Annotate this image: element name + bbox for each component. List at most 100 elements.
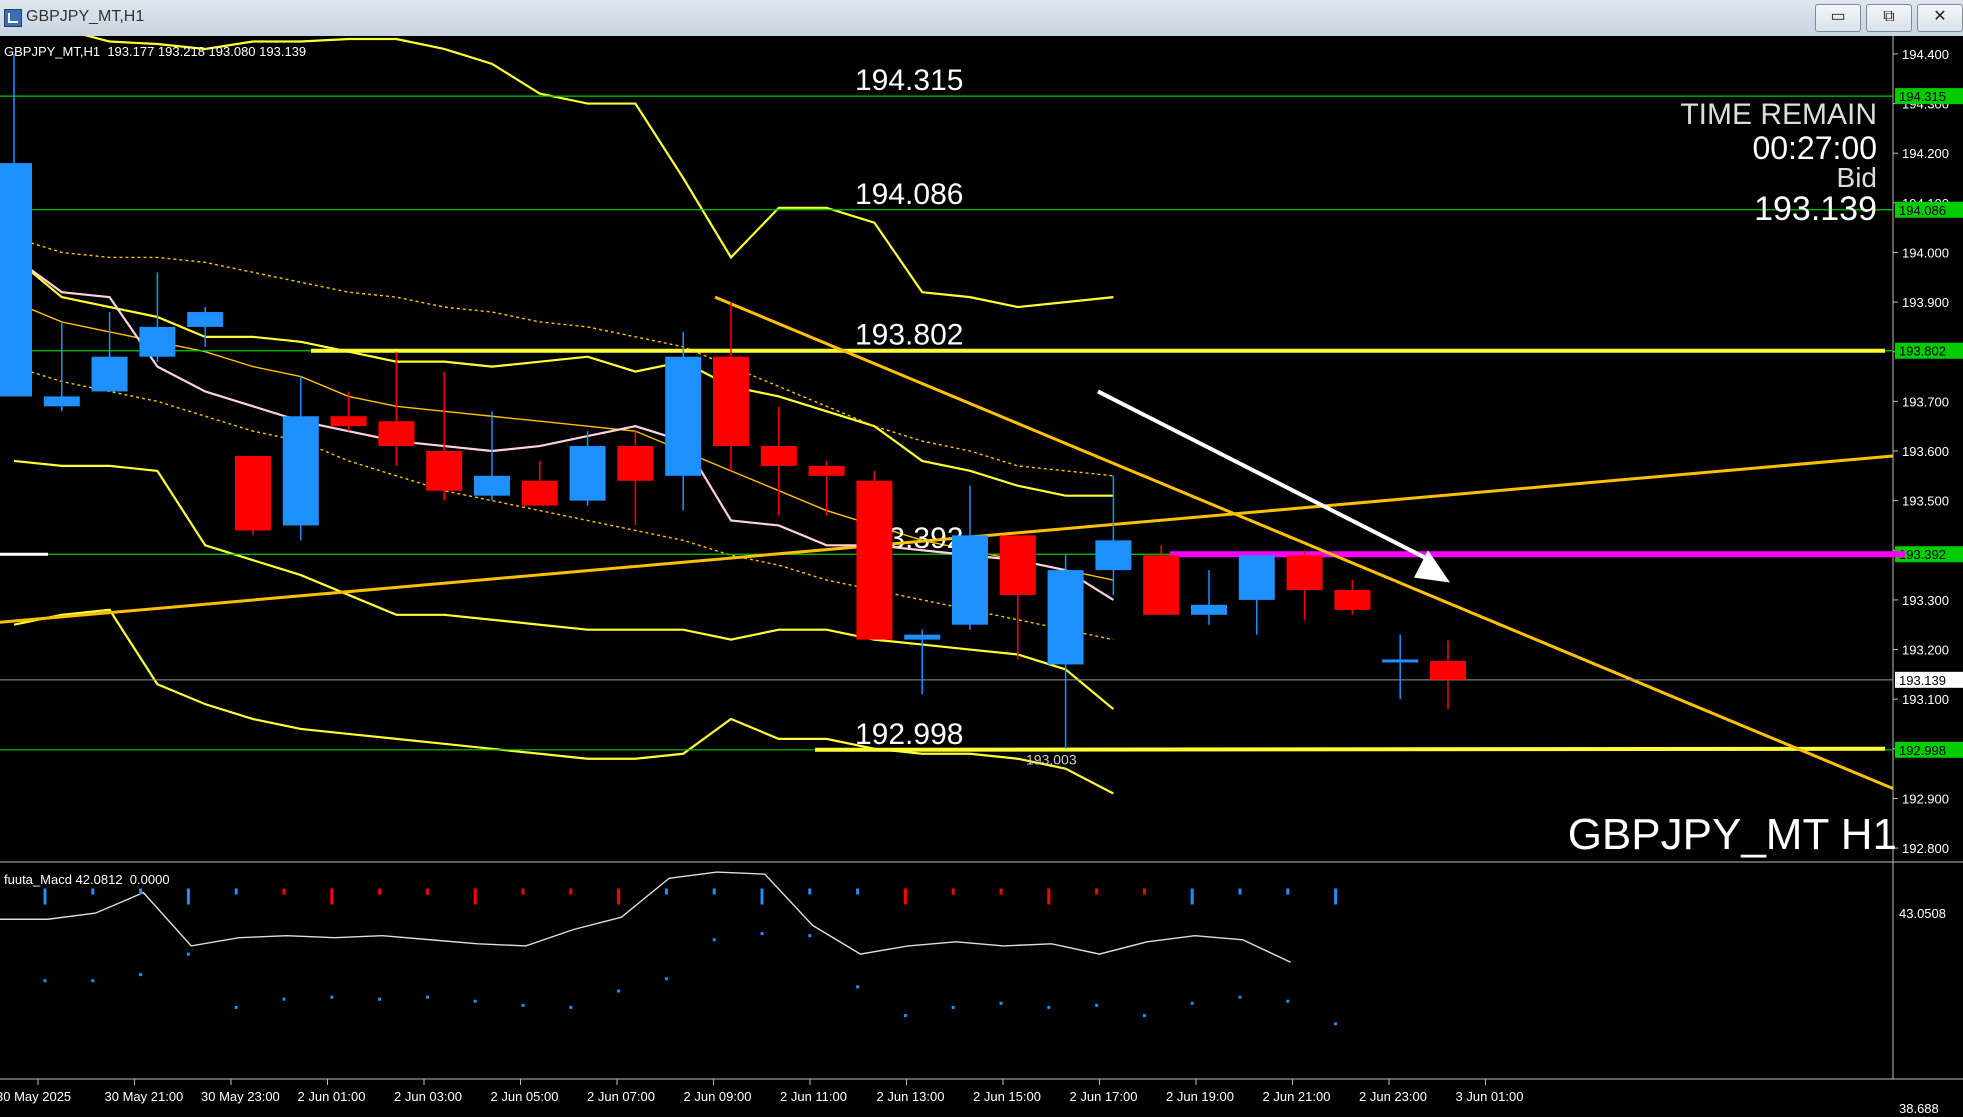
candle-body <box>1334 589 1371 610</box>
yellow-level-192998 <box>814 746 1886 752</box>
level-axis-label: 192.998 <box>1899 743 1946 758</box>
macd-value1: 42.0812 <box>75 872 123 887</box>
macd-signal-dot <box>760 932 764 936</box>
macd-histogram-bar <box>282 888 286 895</box>
y-tick-label: 193.100 <box>1902 692 1949 707</box>
y-tick-label: 193.900 <box>1902 295 1949 310</box>
level-label: 193.802 <box>855 319 963 352</box>
y-tick-label: 193.200 <box>1902 643 1949 658</box>
y-tick-label: 194.200 <box>1902 146 1949 161</box>
candle-body <box>665 356 702 476</box>
x-tick-label: 2 Jun 05:00 <box>491 1089 559 1104</box>
symbol-label: GBPJPY_MT,H1 <box>4 44 101 59</box>
macd-histogram-bar <box>999 888 1003 895</box>
macd-histogram-bar <box>1238 888 1242 895</box>
y-tick-label: 193.600 <box>1902 444 1949 459</box>
time-remain-label: TIME REMAIN <box>1680 98 1877 131</box>
symbol-watermark: GBPJPY_MT H1 <box>1567 810 1897 859</box>
macd-max-label: 43.0508 <box>1899 906 1946 921</box>
x-tick-label: 2 Jun 21:00 <box>1263 1089 1331 1104</box>
symbol-ohlc-header: GBPJPY_MT,H1 193.177 193.218 193.080 193… <box>4 44 306 59</box>
y-tick-label: 193.700 <box>1902 394 1949 409</box>
price-chart[interactable]: 194.400194.300194.200194.100194.000193.9… <box>0 36 1963 1117</box>
macd-histogram-bar <box>808 888 812 895</box>
macd-histogram-bar <box>569 888 573 895</box>
macd-header: fuuta_Macd 42.0812 0.0000 <box>4 872 170 887</box>
candle-body <box>474 475 510 496</box>
macd-histogram-bar <box>378 888 382 895</box>
macd-signal-dot <box>951 1005 955 1009</box>
macd-signal-dot <box>1095 1003 1099 1007</box>
macd-histogram-bar <box>43 888 47 905</box>
macd-histogram-bar <box>951 888 955 895</box>
candle-body <box>521 480 558 506</box>
x-tick-label: 2 Jun 01:00 <box>298 1089 366 1104</box>
macd-signal-dot <box>425 995 429 999</box>
level-axis-label: 193.802 <box>1899 344 1946 359</box>
macd-signal-dot <box>139 973 143 977</box>
candle-body <box>1191 604 1227 615</box>
x-tick-label: 30 May 21:00 <box>105 1089 184 1104</box>
macd-histogram-bar <box>139 888 143 895</box>
macd-histogram-bar <box>856 888 860 895</box>
candle-body <box>713 356 749 447</box>
y-tick-label: 194.400 <box>1902 47 1949 62</box>
x-tick-label: 2 Jun 19:00 <box>1166 1089 1234 1104</box>
macd-signal-dot <box>664 977 668 981</box>
macd-signal-dot <box>808 934 812 938</box>
candle-body <box>91 356 128 392</box>
minimize-button[interactable]: ▭ <box>1815 4 1861 32</box>
macd-signal-dot <box>1238 995 1242 999</box>
window-titlebar: GBPJPY_MT,H1 ▭ ⧉ ✕ <box>0 0 1963 37</box>
bid-value: 193.139 <box>1754 190 1877 228</box>
macd-signal-dot <box>91 979 95 983</box>
candle-body <box>187 312 224 327</box>
restore-button[interactable]: ⧉ <box>1866 4 1912 32</box>
candle-body <box>139 326 176 357</box>
macd-histogram-bar <box>234 888 238 895</box>
y-tick-label: 192.800 <box>1902 841 1949 856</box>
x-tick-label: 2 Jun 07:00 <box>587 1089 655 1104</box>
macd-signal-dot <box>282 997 286 1001</box>
macd-histogram-bar <box>473 888 477 905</box>
candle-body <box>1382 659 1419 663</box>
macd-histogram-bar <box>521 888 525 895</box>
macd-histogram-bar <box>1190 888 1194 905</box>
macd-histogram-bar <box>91 888 95 895</box>
macd-signal-dot <box>569 1005 573 1009</box>
macd-signal-dot <box>1190 1001 1194 1005</box>
level-label: 192.998 <box>855 718 963 751</box>
candle-body <box>282 416 319 526</box>
level-axis-label: 194.315 <box>1899 89 1946 104</box>
candle-body <box>43 396 80 407</box>
x-tick-label: 2 Jun 11:00 <box>780 1089 847 1104</box>
window-title: GBPJPY_MT,H1 <box>26 8 145 25</box>
macd-histogram-bar <box>712 888 716 895</box>
macd-histogram-bar <box>1334 888 1338 905</box>
candle-body <box>952 535 988 625</box>
macd-signal-dot <box>903 1014 907 1018</box>
y-tick-label: 193.300 <box>1902 593 1949 608</box>
macd-histogram-bar <box>903 888 907 905</box>
x-tick-label: 2 Jun 03:00 <box>394 1089 462 1104</box>
candle-body <box>904 634 941 640</box>
macd-signal-dot <box>234 1005 238 1009</box>
macd-histogram-bar <box>664 888 668 895</box>
x-tick-label: 2 Jun 23:00 <box>1359 1089 1427 1104</box>
macd-signal-dot <box>856 985 860 989</box>
x-tick-label: 2 Jun 09:00 <box>684 1089 752 1104</box>
ohlc-values: 193.177 193.218 193.080 193.139 <box>107 44 307 59</box>
candle-body <box>1095 540 1132 571</box>
close-button[interactable]: ✕ <box>1917 4 1963 32</box>
y-tick-label: 194.000 <box>1902 245 1949 260</box>
macd-signal-dot <box>1334 1022 1338 1026</box>
macd-value2: 0.0000 <box>129 872 170 887</box>
x-tick-label: 2 Jun 17:00 <box>1070 1089 1138 1104</box>
candle-body <box>330 416 367 427</box>
macd-signal-dot <box>43 979 47 983</box>
candle-body <box>1047 570 1084 665</box>
x-tick-label: 3 Jun 01:00 <box>1456 1089 1524 1104</box>
candle-body <box>999 535 1036 595</box>
candle-body <box>569 446 606 501</box>
macd-name: fuuta_Macd <box>4 872 72 887</box>
